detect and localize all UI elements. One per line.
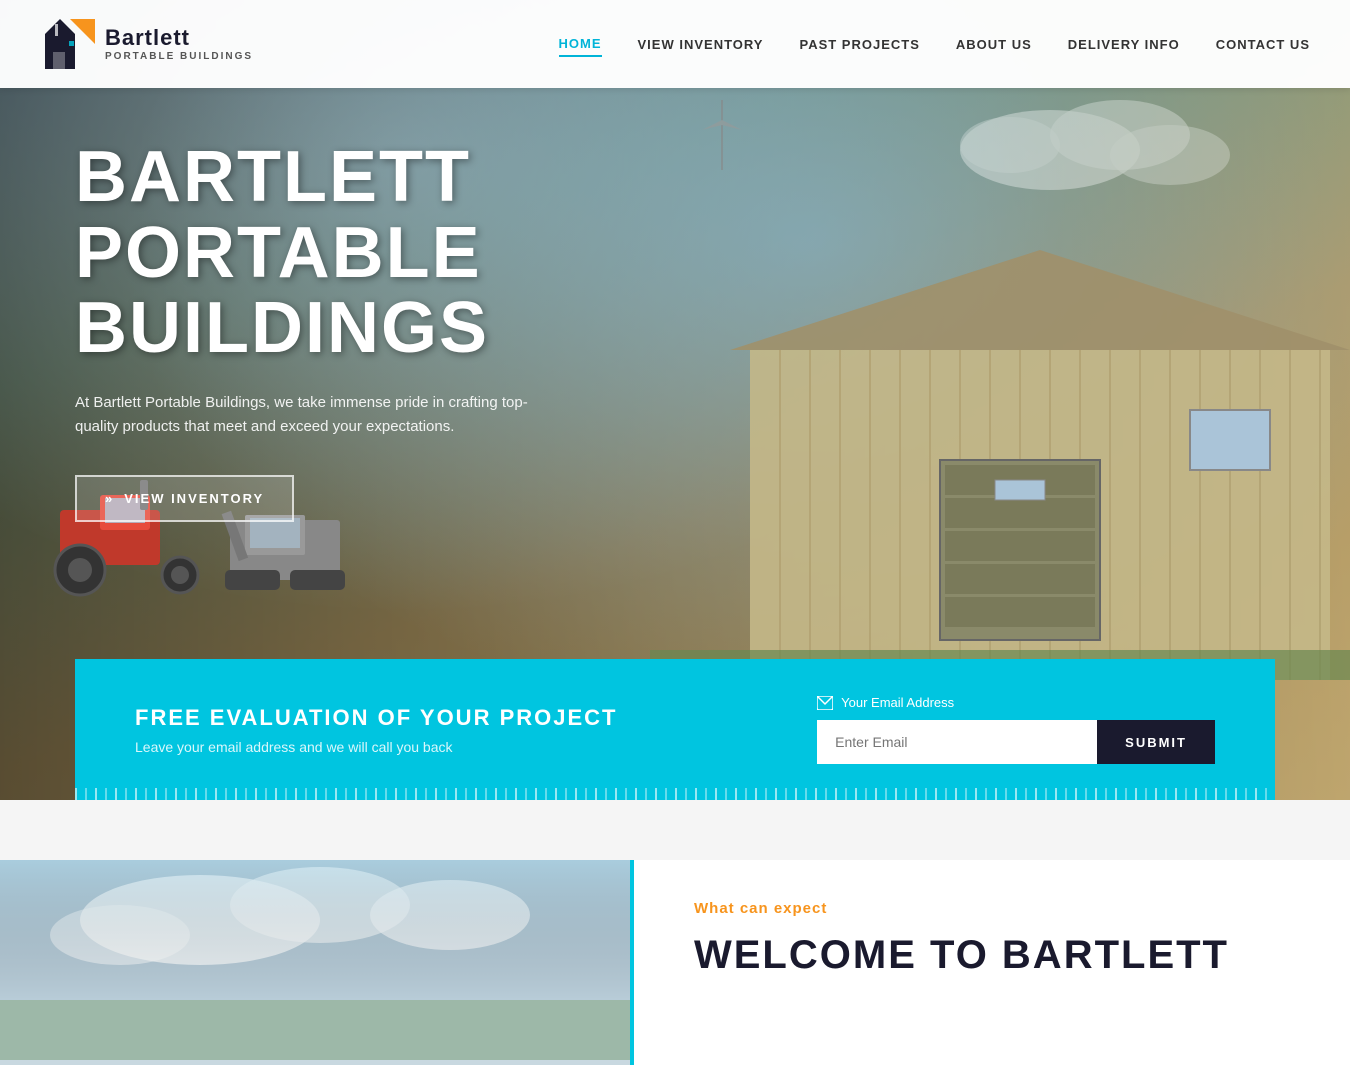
cta-icon: » [105, 491, 114, 506]
site-header: Bartlett PORTABLE BUILDINGS HOME VIEW IN… [0, 0, 1350, 88]
email-right-content: Your Email Address SUBMIT [817, 695, 1215, 764]
hero-content: BARTLETT PORTABLE BUILDINGS At Bartlett … [75, 140, 725, 522]
nav-contact-us[interactable]: CONTACT US [1216, 33, 1310, 56]
email-input-row: SUBMIT [817, 720, 1215, 764]
email-section-subtext: Leave your email address and we will cal… [135, 739, 617, 755]
nav-home[interactable]: HOME [559, 32, 602, 57]
nav-about-us[interactable]: ABOUT US [956, 33, 1032, 56]
nav-view-inventory[interactable]: VIEW INVENTORY [638, 33, 764, 56]
hero-cta-button[interactable]: » VIEW INVENTORY [75, 475, 294, 522]
ruler-decoration [75, 788, 1275, 800]
below-image-svg [0, 860, 630, 1060]
nav-past-projects[interactable]: PAST PROJECTS [799, 33, 919, 56]
logo-company-sub: PORTABLE BUILDINGS [105, 51, 253, 62]
email-submit-button[interactable]: SUBMIT [1097, 720, 1215, 764]
welcome-title: WELCOME TO BARTLETT [694, 933, 1290, 978]
email-section-heading: FREE EVALUATION OF YOUR PROJECT [135, 705, 617, 731]
logo-company-name: Bartlett [105, 26, 253, 50]
email-label: Your Email Address [817, 695, 954, 710]
main-nav: HOME VIEW INVENTORY PAST PROJECTS ABOUT … [559, 32, 1310, 57]
hero-description: At Bartlett Portable Buildings, we take … [75, 391, 555, 439]
hero-section: BARTLETT PORTABLE BUILDINGS At Bartlett … [0, 0, 1350, 800]
email-section: FREE EVALUATION OF YOUR PROJECT Leave yo… [75, 659, 1275, 800]
below-hero-text: What can expect WELCOME TO BARTLETT [630, 860, 1350, 1065]
below-hero-section: What can expect WELCOME TO BARTLETT [0, 800, 1350, 1065]
logo-icon [40, 14, 95, 74]
cta-label: VIEW INVENTORY [124, 491, 264, 506]
cloud-decoration [950, 90, 1250, 210]
what-can-expect-label: What can expect [694, 900, 1290, 917]
logo: Bartlett PORTABLE BUILDINGS [40, 14, 253, 74]
nav-delivery-info[interactable]: DELIVERY INFO [1068, 33, 1180, 56]
email-left-content: FREE EVALUATION OF YOUR PROJECT Leave yo… [135, 705, 617, 755]
hero-building-svg [650, 230, 1350, 680]
email-icon [817, 696, 833, 710]
email-input[interactable] [817, 720, 1097, 764]
hero-title: BARTLETT PORTABLE BUILDINGS [75, 140, 725, 367]
below-hero-image [0, 860, 630, 1065]
